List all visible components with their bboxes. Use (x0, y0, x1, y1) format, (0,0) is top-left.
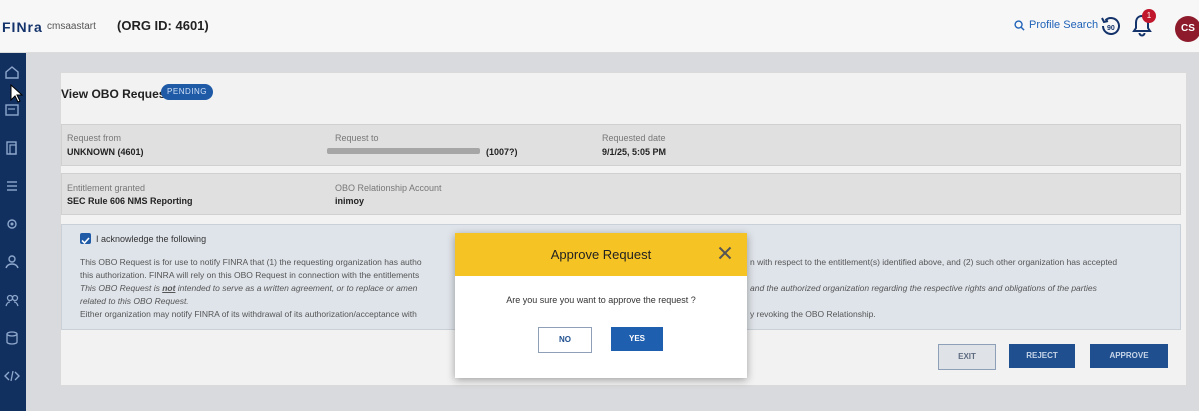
settings-icon[interactable] (3, 215, 21, 233)
mouse-cursor-icon (10, 84, 24, 103)
close-icon[interactable] (718, 246, 732, 260)
obo-account-label: OBO Relationship Account (335, 183, 442, 193)
avatar[interactable]: CS (1175, 16, 1199, 42)
request-info-box (61, 124, 1181, 166)
dialog-title: Approve Request (550, 247, 652, 262)
code-icon[interactable] (3, 367, 21, 385)
top-bar: FINra cmsaastart (ORG ID: 4601) Profile … (0, 0, 1199, 53)
svg-text:90: 90 (1107, 25, 1115, 32)
sidebar (0, 53, 26, 411)
checkmark-icon (81, 237, 90, 245)
ack-line-1-right: n with respect to the entitlement(s) ide… (750, 257, 1118, 267)
request-from-value: UNKNOWN (4601) (67, 147, 144, 157)
search-icon (1014, 19, 1025, 31)
profile-search-label: Profile Search (1029, 19, 1099, 31)
user-name: cmsaastart (47, 21, 96, 32)
ack-line-1-left: This OBO Request is for use to notify FI… (80, 257, 422, 267)
request-from-label: Request from (67, 133, 122, 143)
ack-line-3-right: and the authorized organization regardin… (750, 283, 1097, 293)
database-icon[interactable] (3, 329, 21, 347)
acknowledge-checkbox[interactable] (80, 233, 91, 245)
ack-line-5-right: y revoking the OBO Relationship. (750, 309, 876, 319)
finra-logo[interactable]: FINra (2, 19, 43, 35)
no-button[interactable]: NO (538, 327, 592, 353)
page-title: View OBO Request (61, 87, 170, 101)
history-icon[interactable]: 90 (1098, 13, 1124, 39)
entitlement-info-box (61, 173, 1181, 215)
list-icon[interactable] (3, 177, 21, 195)
dialog-message: Are you sure you want to approve the req… (506, 295, 696, 305)
notification-badge: 1 (1142, 9, 1156, 23)
profile-search-link[interactable]: Profile Search (1014, 19, 1098, 31)
ack-line-4-left: related to this OBO Request. (80, 296, 189, 306)
requested-date-value: 9/1/25, 5:05 PM (602, 147, 667, 157)
acknowledge-heading: I acknowledge the following (96, 234, 207, 244)
entitlement-value: SEC Rule 606 NMS Reporting (67, 196, 193, 206)
ack-line-3-rest: intended to serve as a written agreement… (175, 283, 418, 293)
status-badge: PENDING (161, 84, 213, 100)
home-icon[interactable] (3, 63, 21, 81)
documents-icon[interactable] (3, 139, 21, 157)
obo-account-value: inimoy (335, 196, 365, 206)
ack-line-2-left: this authorization. FINRA will rely on t… (80, 270, 420, 280)
exit-button[interactable]: EXIT (938, 344, 996, 370)
approve-button[interactable]: APPROVE (1090, 344, 1168, 368)
users-icon[interactable] (3, 291, 21, 309)
ack-line-3-not: not (162, 283, 176, 293)
request-to-label: Request to (335, 133, 379, 143)
request-to-value: (1007?) (486, 147, 518, 157)
ack-line-3-left: This OBO Request is not intended to serv… (80, 283, 417, 293)
reject-button[interactable]: REJECT (1009, 344, 1075, 368)
requested-date-label: Requested date (602, 133, 666, 143)
approve-request-dialog: Approve Request Are you sure you want to… (455, 233, 747, 378)
org-id: (ORG ID: 4601) (117, 18, 209, 33)
ack-line-5-left: Either organization may notify FINRA of … (80, 309, 417, 319)
ack-line-3-pre: This OBO Request is (80, 283, 163, 293)
user-icon[interactable] (3, 253, 21, 271)
yes-button[interactable]: YES (611, 327, 663, 351)
dialog-header: Approve Request (455, 233, 747, 276)
redacted-request-to (327, 148, 480, 154)
entitlement-label: Entitlement granted (67, 183, 146, 193)
